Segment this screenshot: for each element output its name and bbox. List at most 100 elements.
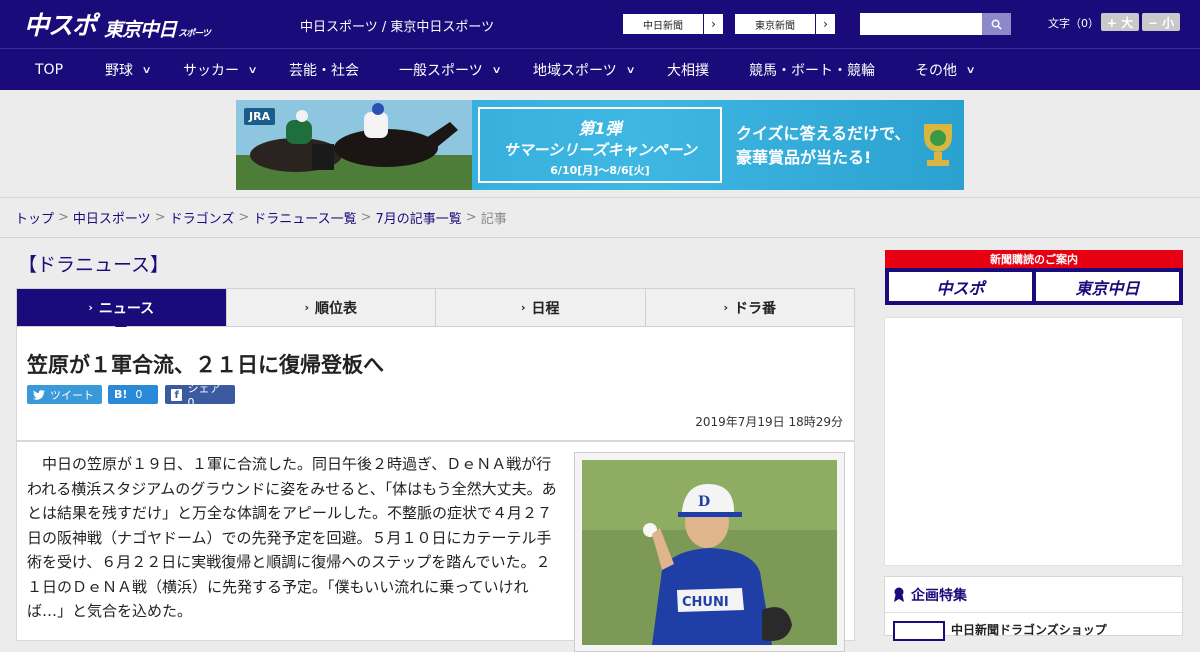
- facebook-share-label: シェア 0: [187, 382, 221, 409]
- tab-news[interactable]: › ニュース: [17, 289, 226, 333]
- subscription-ad: 新聞購読のご案内 中スポ 東京中日: [885, 250, 1183, 305]
- section-title: 【ドラニュース】: [18, 254, 170, 276]
- tab-schedule-label: 日程: [531, 300, 560, 317]
- chevron-right-icon: ›: [304, 301, 310, 314]
- twitter-icon: [33, 389, 45, 400]
- chevron-down-icon: ∨: [625, 64, 636, 76]
- chunichi-shimbun-link[interactable]: 中日新聞 ›: [622, 13, 724, 35]
- tab-news-label: ニュース: [98, 300, 155, 317]
- nav-sumo[interactable]: 大相撲: [667, 49, 709, 91]
- font-smaller-button[interactable]: − 小: [1142, 13, 1180, 31]
- chevron-right-icon: ›: [703, 14, 723, 34]
- nav-local-sports-label: 地域スポーツ: [533, 63, 617, 79]
- tab-doraban[interactable]: › ドラ番: [644, 289, 855, 326]
- hatena-count: 0: [135, 388, 143, 401]
- banner-area: JRA 第1弾 サマーシリーズキャンペーン 6/10[月]〜8/6[火] クイズ…: [0, 90, 1200, 198]
- quiz-line1: クイズに答えるだけで、: [736, 124, 911, 143]
- facebook-share-button[interactable]: f シェア 0: [165, 382, 235, 409]
- feature-divider: [885, 612, 1182, 613]
- nav-baseball[interactable]: 野球 ∨: [105, 49, 152, 91]
- nav-general-sports-label: 一般スポーツ: [399, 63, 483, 79]
- subscription-title: 新聞購読のご案内: [885, 250, 1183, 268]
- article-headline: 笠原が１軍合流、２１日に復帰登板へ: [27, 353, 384, 377]
- nav-soccer[interactable]: サッカー ∨: [183, 49, 258, 91]
- tweet-label: ツイート: [50, 388, 94, 402]
- facebook-icon: f: [171, 388, 183, 401]
- breadcrumb-separator: >: [154, 210, 166, 225]
- tab-standings-label: 順位表: [315, 300, 358, 317]
- breadcrumb-separator: >: [465, 210, 477, 225]
- chevron-down-icon: ∨: [965, 64, 976, 76]
- breadcrumb-july-list[interactable]: 7月の記事一覧: [376, 208, 462, 227]
- quiz-line2: 豪華賞品が当たる!: [736, 148, 872, 167]
- article-header: 笠原が１軍合流、２１日に復帰登板へ ツイート B! 0 f シェア 0 2019…: [16, 327, 855, 441]
- photo-frame: CHUNI D: [574, 452, 845, 652]
- jra-banner-ad[interactable]: JRA 第1弾 サマーシリーズキャンペーン 6/10[月]〜8/6[火] クイズ…: [236, 100, 964, 190]
- pitcher-photo[interactable]: CHUNI D: [582, 460, 837, 645]
- svg-text:D: D: [698, 494, 710, 510]
- quiz-text: クイズに答えるだけで、 豪華賞品が当たる!: [736, 122, 910, 170]
- tokyo-chunichi-logo-small: スポーツ: [178, 29, 211, 39]
- search-icon: [991, 19, 1002, 30]
- campaign-line1: 第1弾: [578, 119, 622, 138]
- subscribe-tokyo-chunichi-button[interactable]: 東京中日: [1036, 272, 1179, 301]
- hatena-bookmark-button[interactable]: B! 0: [108, 385, 158, 404]
- nav-entertainment[interactable]: 芸能・社会: [289, 49, 359, 91]
- nav-racing-label: 競馬・ボート・競輪: [749, 63, 875, 79]
- chunichi-shimbun-label: 中日新聞: [643, 20, 683, 32]
- search-input[interactable]: [860, 13, 982, 35]
- article-body: 中日の笠原が１９日、１軍に合流した。同日午後２時過ぎ、ＤｅＮＡ戦が行われる横浜ス…: [16, 441, 855, 652]
- nav-general-sports[interactable]: 一般スポーツ ∨: [399, 49, 502, 91]
- tweet-button[interactable]: ツイート: [27, 385, 102, 404]
- nav-local-sports[interactable]: 地域スポーツ ∨: [533, 49, 636, 91]
- nav-other[interactable]: その他 ∨: [915, 49, 976, 91]
- svg-text:CHUNI: CHUNI: [682, 595, 729, 610]
- breadcrumb: トップ > 中日スポーツ > ドラゴンズ > ドラニュース一覧 > 7月の記事一覧 > 記…: [0, 198, 1200, 238]
- font-larger-button[interactable]: + 大: [1101, 13, 1139, 31]
- nav-racing[interactable]: 競馬・ボート・競輪: [749, 49, 875, 91]
- article-date: 2019年7月19日 18時29分: [695, 415, 843, 429]
- tokyo-chunichi-logo-text: 東京中日: [104, 19, 177, 41]
- chevron-right-icon: ›: [88, 301, 93, 314]
- tab-doraban-label: ドラ番: [734, 300, 777, 317]
- tab-schedule[interactable]: › 日程: [435, 289, 645, 326]
- chevron-down-icon: ∨: [141, 64, 152, 76]
- breadcrumb-dora-news-list[interactable]: ドラニュース一覧: [253, 208, 356, 227]
- main-column: 【ドラニュース】 › ニュース › 順位表 › 日程 › ドラ番 笠原が１軍合流、２１日…: [16, 240, 855, 652]
- site-logo[interactable]: 中スポ 東京中日 スポーツ: [24, 6, 211, 42]
- nav-top[interactable]: TOP: [35, 49, 63, 91]
- trophy-icon: [924, 124, 952, 166]
- campaign-box: 第1弾 サマーシリーズキャンペーン 6/10[月]〜8/6[火]: [478, 107, 722, 183]
- jra-logo: JRA: [244, 108, 276, 125]
- font-size-label: 文字（0）: [1048, 17, 1099, 30]
- main-nav: TOP 野球 ∨ サッカー ∨ 芸能・社会 一般スポーツ ∨ 地域スポーツ ∨ 大相撲 …: [0, 48, 1200, 90]
- section-tabs: › ニュース › 順位表 › 日程 › ドラ番: [16, 288, 855, 333]
- feature-title-text: 企画特集: [911, 588, 967, 604]
- breadcrumb-top[interactable]: トップ: [15, 208, 54, 227]
- nav-sumo-label: 大相撲: [667, 63, 709, 79]
- breadcrumb-chunichi-sports[interactable]: 中日スポーツ: [73, 208, 151, 227]
- nav-entertainment-label: 芸能・社会: [289, 63, 359, 79]
- article-text: 中日の笠原が１９日、１軍に合流した。同日午後２時過ぎ、ＤｅＮＡ戦が行われる横浜ス…: [27, 455, 557, 620]
- sidebar-ad-slot: [884, 317, 1183, 566]
- breadcrumb-separator: >: [360, 210, 372, 225]
- breadcrumb-dragons[interactable]: ドラゴンズ: [170, 208, 235, 227]
- campaign-line2: サマーシリーズキャンペーン: [503, 141, 697, 159]
- nav-top-label: TOP: [35, 62, 64, 78]
- subscribe-chuspo-button[interactable]: 中スポ: [889, 272, 1032, 301]
- tokyo-chunichi-logo: 東京中日 スポーツ: [104, 15, 211, 42]
- nav-soccer-label: サッカー: [183, 63, 239, 79]
- search-button[interactable]: [982, 13, 1011, 35]
- chevron-down-icon: ∨: [491, 64, 502, 76]
- chevron-right-icon: ›: [520, 301, 526, 314]
- chevron-right-icon: ›: [723, 301, 729, 314]
- nav-baseball-label: 野球: [105, 63, 133, 79]
- tab-standings[interactable]: › 順位表: [225, 289, 436, 326]
- dragons-shop-thumbnail[interactable]: [893, 621, 945, 641]
- chuspo-logo: 中スポ: [24, 11, 97, 40]
- tokyo-shimbun-label: 東京新聞: [755, 20, 795, 32]
- chevron-right-icon: ›: [815, 14, 835, 34]
- tokyo-shimbun-link[interactable]: 東京新聞 ›: [734, 13, 836, 35]
- chevron-down-icon: ∨: [247, 64, 258, 76]
- ribbon-icon: [894, 587, 904, 602]
